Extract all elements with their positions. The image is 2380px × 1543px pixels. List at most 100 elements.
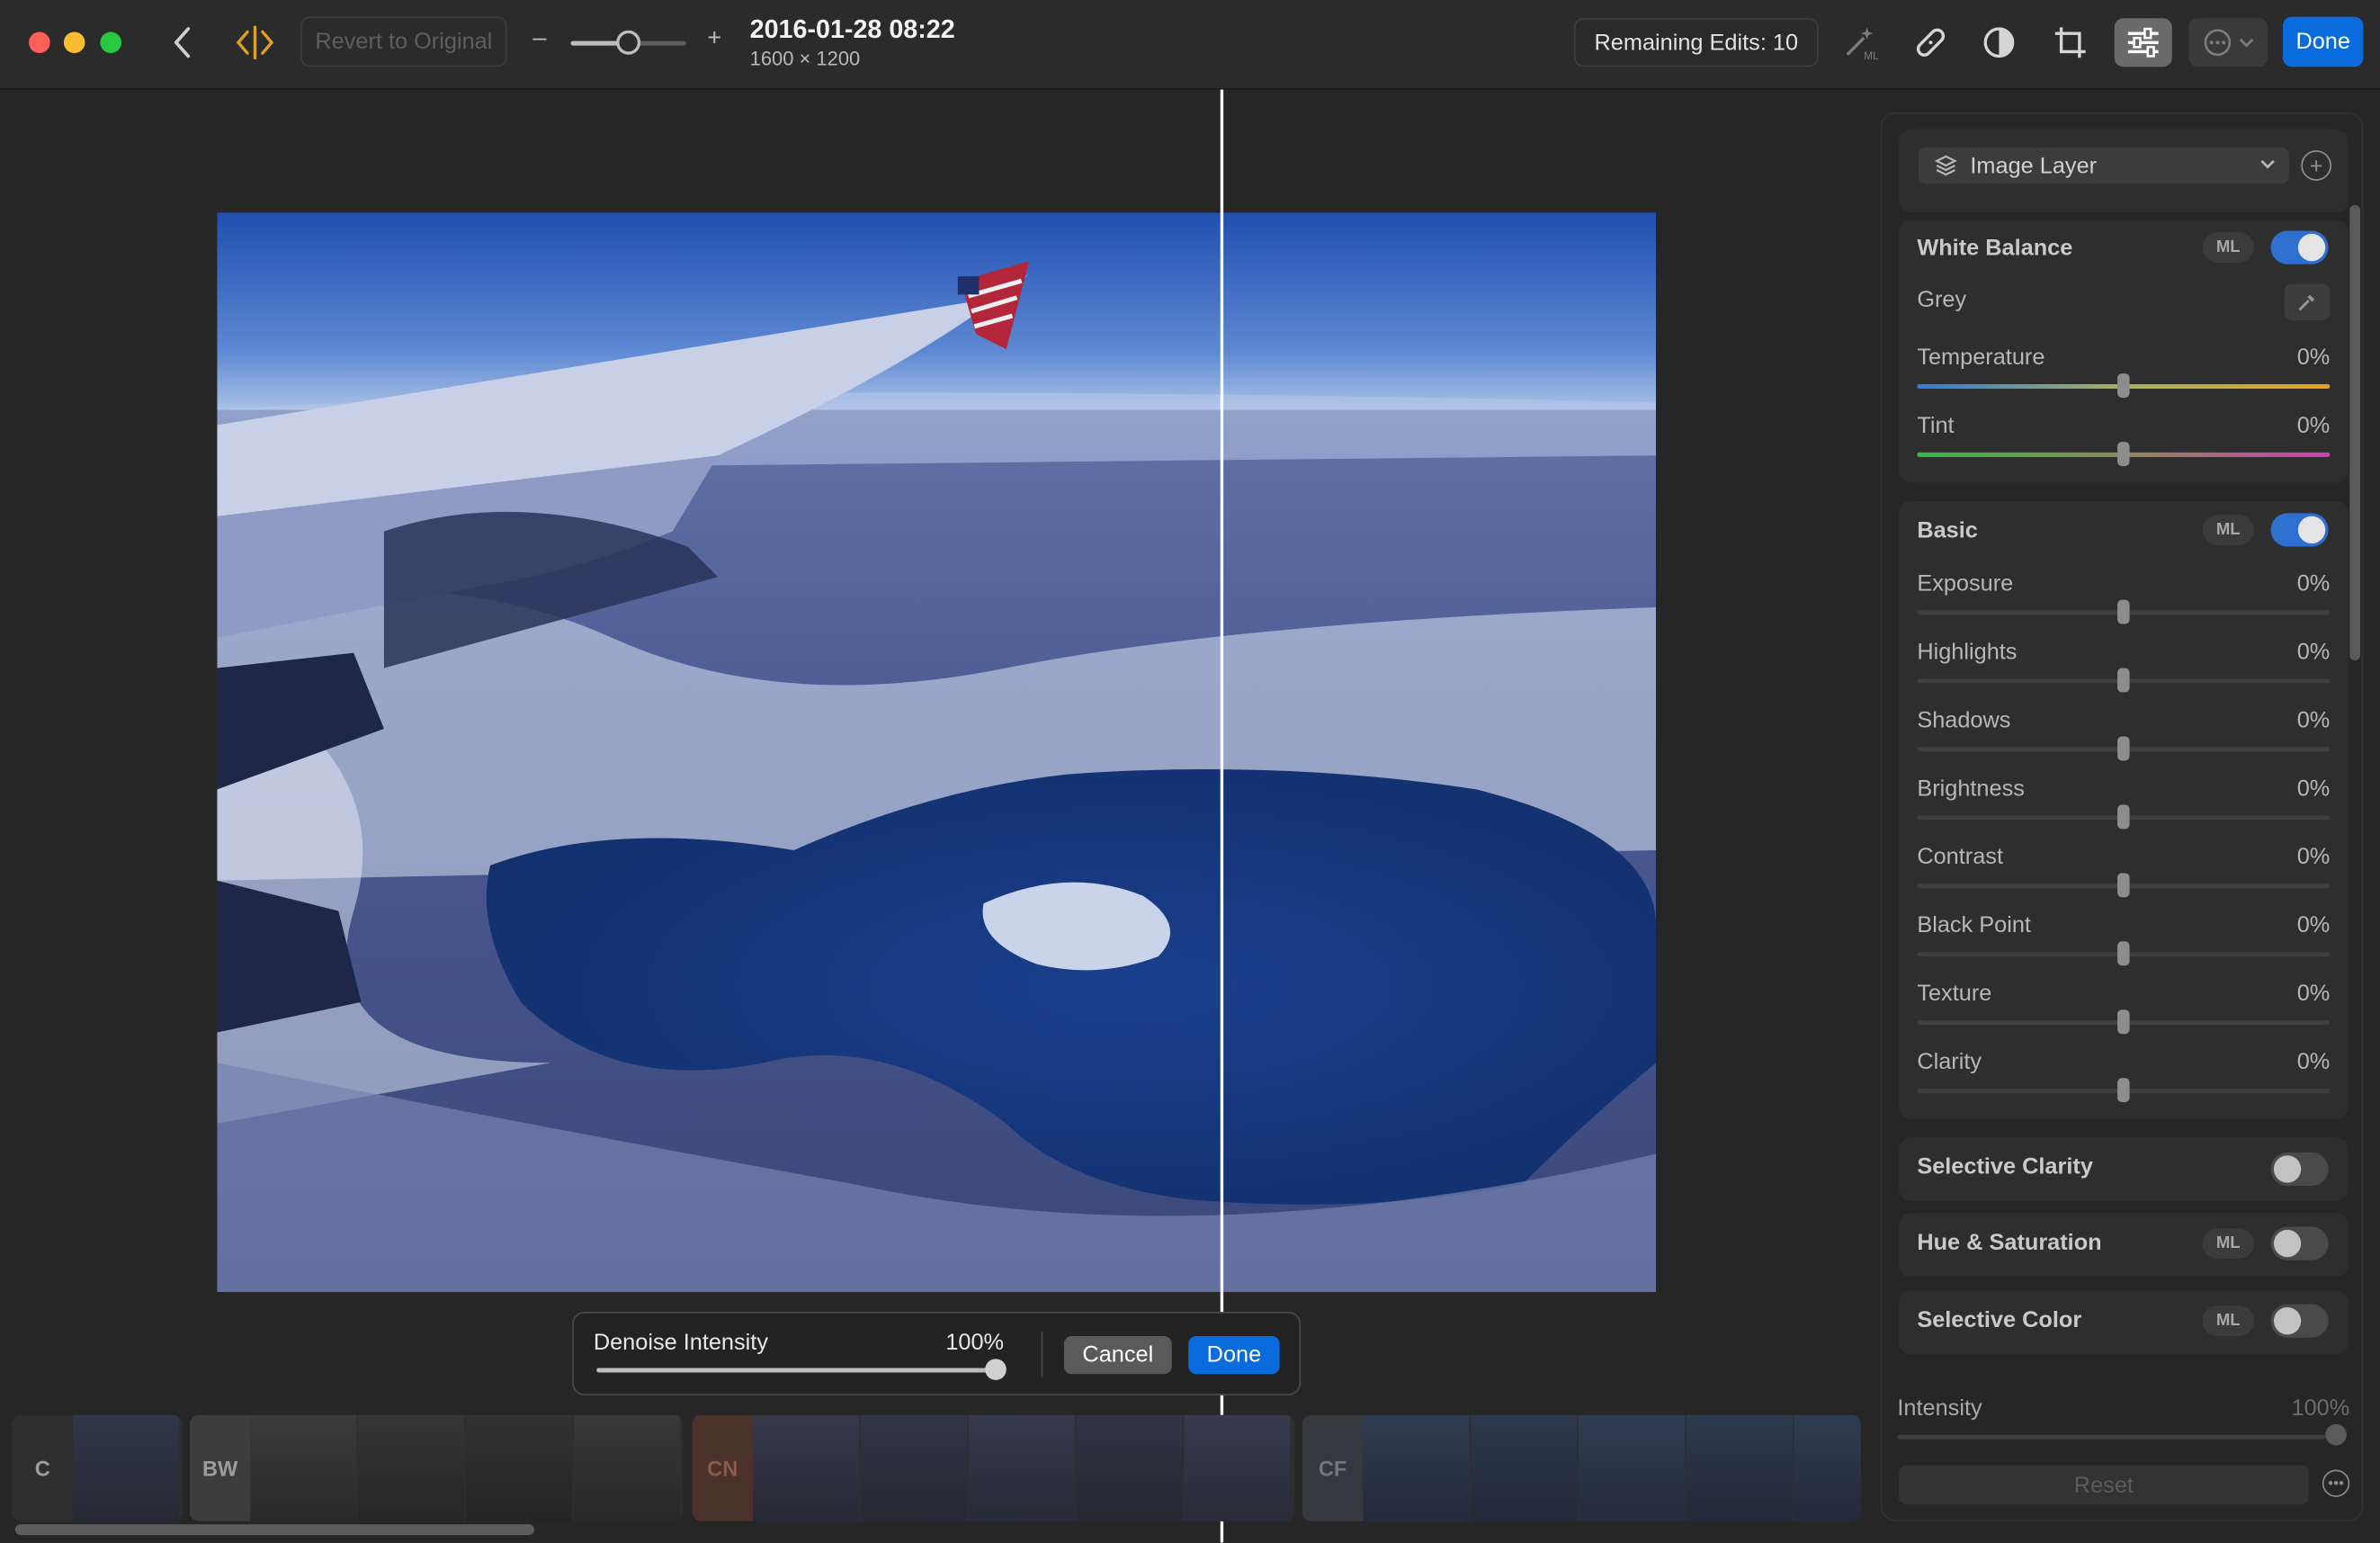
preset-thumbnail[interactable] — [1076, 1414, 1183, 1521]
revert-to-original-button[interactable]: Revert to Original — [300, 16, 507, 67]
slider-knob[interactable] — [2117, 873, 2130, 898]
tint-slider[interactable]: Tint 0% — [1917, 413, 2331, 474]
intensity-slider[interactable]: Intensity 100% — [1897, 1392, 2349, 1446]
slider-knob[interactable] — [2117, 442, 2130, 467]
zoom-window-button[interactable] — [100, 31, 121, 54]
done-button[interactable]: Done — [2283, 16, 2364, 67]
compare-button[interactable] — [229, 18, 281, 67]
ml-badge[interactable]: ML — [2202, 1305, 2254, 1336]
chevron-left-icon — [174, 27, 191, 58]
magic-wand-button[interactable]: ML — [1834, 18, 1885, 67]
selective-clarity-toggle[interactable] — [2270, 1152, 2329, 1186]
toggle-knob — [2273, 1306, 2302, 1335]
magic-wand-icon: ML — [1846, 27, 1879, 62]
basic-section: Basic ML Exposure 0% Highlights 0% Shado… — [1899, 500, 2349, 1119]
selective-clarity-section[interactable]: Selective Clarity — [1899, 1136, 2349, 1201]
preset-group-c[interactable]: C — [12, 1414, 183, 1521]
denoise-done-button[interactable]: Done — [1188, 1336, 1280, 1375]
denoise-cancel-button[interactable]: Cancel — [1063, 1336, 1172, 1375]
reset-button[interactable]: Reset — [1899, 1465, 2309, 1505]
photo-canvas[interactable] — [217, 212, 1657, 1293]
layers-icon — [1934, 155, 1957, 176]
preset-thumbnail[interactable] — [466, 1414, 573, 1521]
heal-button[interactable] — [1905, 18, 1956, 67]
filmstrip-scrollbar[interactable] — [14, 1524, 534, 1536]
black-point-slider[interactable]: Black Point 0% — [1917, 912, 2331, 973]
temperature-slider[interactable]: Temperature 0% — [1917, 345, 2331, 406]
highlights-slider[interactable]: Highlights 0% — [1917, 639, 2331, 700]
denoise-intensity-slider[interactable] — [596, 1359, 1007, 1380]
zoom-slider-knob[interactable] — [616, 30, 641, 55]
slider-track[interactable] — [1897, 1434, 2326, 1440]
zoom-in-button[interactable]: + — [707, 26, 721, 53]
preset-thumbnail[interactable] — [1184, 1414, 1291, 1521]
slider-knob[interactable] — [2117, 1009, 2130, 1035]
slider-knob[interactable] — [2117, 941, 2130, 966]
close-window-button[interactable] — [29, 31, 50, 54]
eyedropper-button[interactable] — [2284, 283, 2331, 321]
slider-label: Shadows — [1917, 707, 2011, 734]
shadows-slider[interactable]: Shadows 0% — [1917, 707, 2331, 768]
slider-knob[interactable] — [2117, 599, 2130, 624]
preset-thumbnail[interactable] — [1686, 1414, 1793, 1521]
preset-thumbnail[interactable] — [753, 1414, 860, 1521]
preset-thumbnail[interactable] — [250, 1414, 357, 1521]
zoom-slider[interactable] — [570, 30, 686, 55]
layer-dropdown[interactable]: Image Layer — [1919, 147, 2289, 184]
preset-thumbnail[interactable] — [1579, 1414, 1686, 1521]
white-balance-toggle[interactable] — [2270, 230, 2329, 265]
preset-group-bw[interactable]: BW — [189, 1414, 684, 1521]
back-button[interactable] — [163, 22, 202, 64]
slider-knob[interactable] — [2325, 1423, 2347, 1446]
preset-group-cn[interactable]: CN — [692, 1414, 1295, 1521]
ml-badge[interactable]: ML — [2202, 1228, 2254, 1259]
adjustments-button[interactable] — [2114, 18, 2172, 67]
slider-knob[interactable] — [2117, 804, 2130, 830]
exposure-slider[interactable]: Exposure 0% — [1917, 571, 2331, 632]
hue-saturation-toggle[interactable] — [2270, 1226, 2329, 1260]
grey-label: Grey — [1917, 286, 1967, 313]
zoom-out-button[interactable]: – — [532, 26, 546, 53]
basic-toggle[interactable] — [2270, 513, 2329, 547]
selective-color-toggle[interactable] — [2270, 1304, 2329, 1338]
preset-thumbnail[interactable] — [1363, 1414, 1470, 1521]
slider-knob[interactable] — [2117, 668, 2130, 693]
denoise-popover: Denoise Intensity 100% Cancel Done — [572, 1312, 1302, 1395]
slider-label: Brightness — [1917, 776, 2025, 802]
slider-value: 0% — [2296, 981, 2331, 1007]
slider-label: Highlights — [1917, 639, 2018, 666]
ml-badge[interactable]: ML — [2202, 232, 2254, 263]
crop-button[interactable] — [2044, 18, 2096, 67]
preset-group-cf[interactable]: CF — [1302, 1414, 1861, 1521]
slider-label: Texture — [1917, 981, 1992, 1007]
preset-thumbnail[interactable] — [1794, 1414, 1861, 1521]
ml-badge[interactable]: ML — [2202, 515, 2254, 545]
denoise-slider-knob[interactable] — [985, 1359, 1007, 1380]
hue-saturation-section[interactable]: Hue & Saturation ML — [1899, 1213, 2349, 1278]
presets-menu-button[interactable] — [2188, 18, 2268, 67]
preset-thumbnail[interactable] — [73, 1414, 180, 1521]
clarity-slider[interactable]: Clarity 0% — [1917, 1049, 2331, 1110]
minimize-window-button[interactable] — [63, 31, 85, 54]
title-bar: Revert to Original – + 2016-01-28 08:22 … — [0, 0, 2380, 90]
slider-knob[interactable] — [2117, 736, 2130, 761]
preset-thumbnail[interactable] — [358, 1414, 465, 1521]
preset-thumbnail[interactable] — [573, 1414, 680, 1521]
preset-thumbnail[interactable] — [1471, 1414, 1578, 1521]
contrast-slider[interactable]: Contrast 0% — [1917, 844, 2331, 905]
panel-scrollbar[interactable] — [2349, 204, 2361, 661]
layer-dropdown-label: Image Layer — [1970, 152, 2098, 179]
texture-slider[interactable]: Texture 0% — [1917, 981, 2331, 1042]
preset-thumbnail[interactable] — [968, 1414, 1075, 1521]
slider-knob[interactable] — [2117, 1078, 2130, 1103]
add-layer-button[interactable]: + — [2301, 150, 2331, 181]
preset-thumbnail[interactable] — [860, 1414, 967, 1521]
selective-color-section[interactable]: Selective Color ML — [1899, 1290, 2349, 1355]
photo-title: 2016-01-28 08:22 — [749, 14, 955, 44]
slider-knob[interactable] — [2117, 373, 2130, 399]
remaining-edits-badge[interactable]: Remaining Edits: 10 — [1573, 18, 1819, 67]
mask-button[interactable] — [1973, 18, 2025, 67]
brightness-slider[interactable]: Brightness 0% — [1917, 776, 2331, 837]
divider — [1041, 1331, 1043, 1377]
more-options-button[interactable]: ••• — [2322, 1469, 2350, 1497]
